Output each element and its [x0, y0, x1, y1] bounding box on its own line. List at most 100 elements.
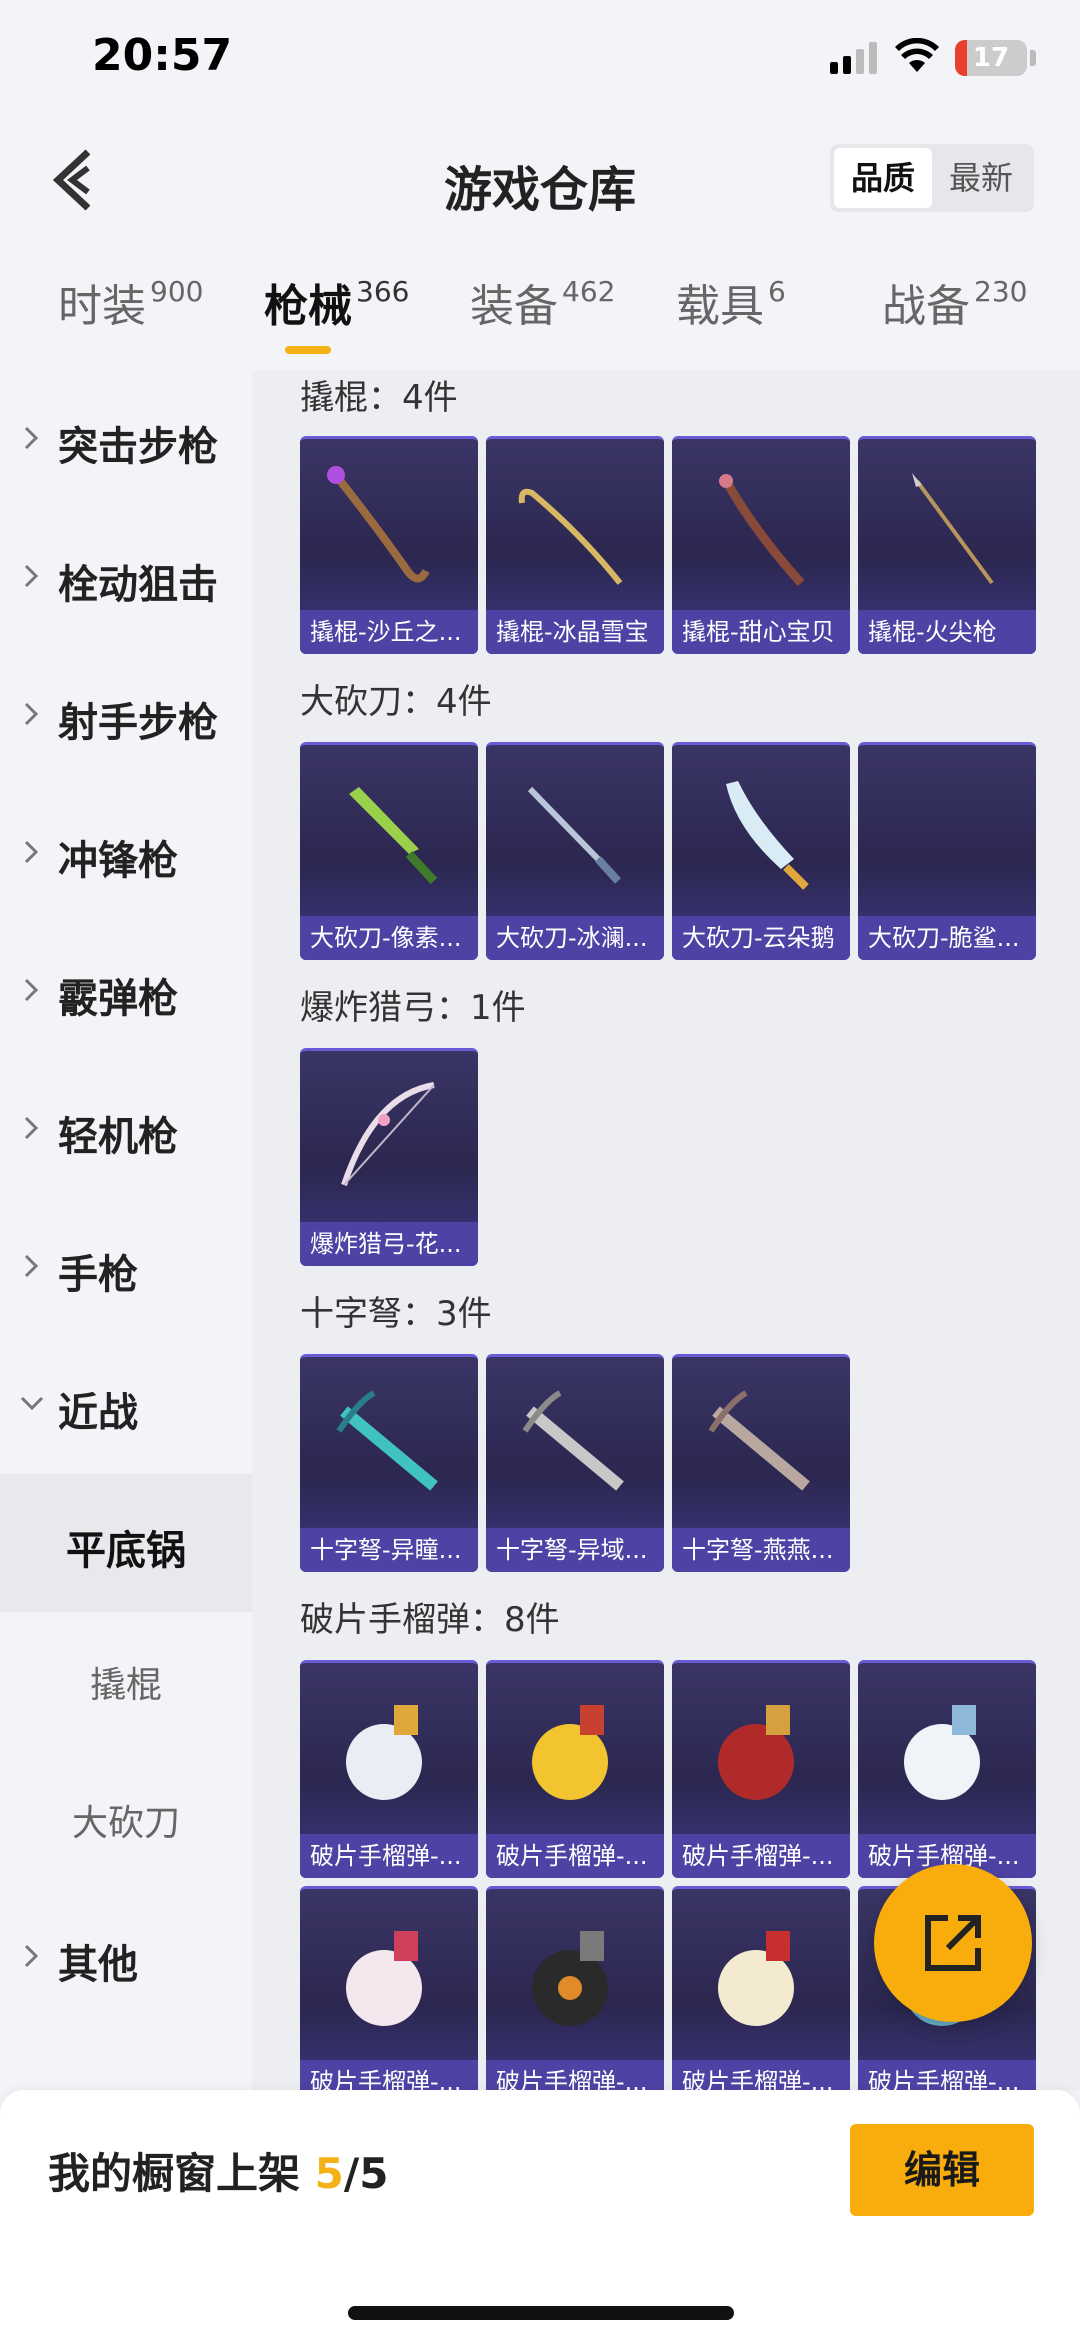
item-card[interactable]: 撬棍-冰晶雪宝 — [486, 436, 664, 654]
item-card[interactable]: 破片手榴弹-... — [300, 1886, 478, 2090]
item-caption: 大砍刀-脆鲨... — [858, 916, 1036, 960]
sidebar-item-machete[interactable]: 大砍刀 — [0, 1750, 252, 1888]
showcase-status: 我的橱窗上架 5/5 — [48, 2140, 388, 2201]
item-card[interactable]: 破片手榴弹-... — [486, 1660, 664, 1878]
sort-newest-button[interactable]: 最新 — [932, 148, 1030, 208]
sidebar-item-label: 冲锋枪 — [58, 838, 178, 884]
sidebar-item-assault-rifle[interactable]: 突击步枪 — [0, 370, 252, 508]
item-caption: 撬棍-火尖枪 — [858, 610, 1036, 654]
grenade-icon — [532, 1931, 608, 2026]
sidebar-item-label: 突击步枪 — [58, 424, 218, 470]
item-card[interactable]: 破片手榴弹-... — [858, 1660, 1036, 1878]
machete-icon — [527, 786, 621, 884]
crossbow-icon — [708, 1390, 810, 1491]
sidebar-item-bolt-sniper[interactable]: 栓动狙击 — [0, 508, 252, 646]
item-card[interactable]: 爆炸猎弓-花... — [300, 1048, 478, 1266]
showcase-label: 我的橱窗上架 — [48, 2149, 315, 2198]
item-card[interactable]: 大砍刀-云朵鹅 — [672, 742, 850, 960]
sidebar-item-lmg[interactable]: 轻机枪 — [0, 1060, 252, 1198]
item-caption: 撬棍-甜心宝贝 — [672, 610, 850, 654]
item-card[interactable]: 破片手榴弹-... — [672, 1660, 850, 1878]
chevron-right-icon — [24, 1944, 38, 1968]
item-caption: 破片手榴弹-... — [486, 1834, 664, 1878]
share-button[interactable] — [874, 1864, 1032, 2022]
chevron-right-icon — [24, 840, 38, 864]
section-title: 十字弩：3件 — [300, 1294, 492, 1334]
active-tab-indicator — [285, 346, 331, 354]
chevron-right-icon — [24, 564, 38, 588]
tab-equipment[interactable]: 装备 462 — [470, 270, 615, 334]
tab-count: 462 — [562, 275, 616, 308]
status-bar: 20:57 17 — [0, 0, 1080, 120]
tab-label: 枪械 — [264, 281, 352, 332]
chevron-right-icon — [24, 1116, 38, 1140]
share-icon — [925, 1915, 981, 1971]
item-card[interactable]: 撬棍-沙丘之... — [300, 436, 478, 654]
item-card[interactable]: 撬棍-火尖枪 — [858, 436, 1036, 654]
item-caption: 破片手榴弹-... — [672, 1834, 850, 1878]
sort-quality-button[interactable]: 品质 — [834, 148, 932, 208]
item-card[interactable]: 十字弩-燕燕... — [672, 1354, 850, 1572]
tab-supplies[interactable]: 战备 230 — [882, 270, 1027, 334]
grenade-icon — [346, 1705, 422, 1800]
sidebar-item-label: 手枪 — [58, 1252, 138, 1298]
battery-icon: 17 — [955, 40, 1027, 76]
bottom-bar: 我的橱窗上架 5/5 编辑 — [0, 2090, 1080, 2339]
item-card[interactable]: 破片手榴弹-... — [672, 1886, 850, 2090]
sidebar-item-label: 其他 — [58, 1942, 138, 1988]
sidebar-item-label: 撬棍 — [89, 1665, 162, 1706]
chevron-right-icon — [24, 426, 38, 450]
item-card[interactable]: 撬棍-甜心宝贝 — [672, 436, 850, 654]
item-card[interactable]: 大砍刀-脆鲨... — [858, 742, 1036, 960]
item-caption: 大砍刀-云朵鹅 — [672, 916, 850, 960]
category-tabs: 时装 900 枪械 366 装备 462 载具 6 战备 230 — [0, 260, 1080, 370]
sidebar-item-melee[interactable]: 近战 — [0, 1336, 252, 1474]
item-caption: 破片手榴弹-... — [672, 2060, 850, 2090]
sidebar-item-shotgun[interactable]: 霰弹枪 — [0, 922, 252, 1060]
item-card[interactable]: 十字弩-异域... — [486, 1354, 664, 1572]
tab-vehicles[interactable]: 载具 6 — [676, 270, 786, 334]
sort-toggle: 品质 最新 — [830, 144, 1034, 212]
tab-count: 6 — [768, 275, 786, 308]
sidebar-item-crowbar[interactable]: 撬棍 — [0, 1612, 252, 1750]
sidebar-item-pistol[interactable]: 手枪 — [0, 1198, 252, 1336]
item-caption: 撬棍-沙丘之... — [300, 610, 478, 654]
sidebar-item-other[interactable]: 其他 — [0, 1888, 252, 2026]
item-card[interactable]: 破片手榴弹-... — [300, 1660, 478, 1878]
home-indicator[interactable] — [348, 2306, 734, 2320]
section-title: 撬棍：4件 — [300, 378, 458, 418]
item-card[interactable]: 大砍刀-冰澜... — [486, 742, 664, 960]
sidebar-item-label: 大砍刀 — [71, 1803, 180, 1844]
chevron-right-icon — [24, 702, 38, 726]
section-title: 破片手榴弹：8件 — [300, 1600, 560, 1640]
spear-icon — [912, 473, 994, 585]
battery-tip — [1030, 50, 1036, 66]
tab-fashion[interactable]: 时装 900 — [58, 270, 203, 334]
item-card[interactable]: 破片手榴弹-... — [486, 1886, 664, 2090]
sidebar-item-label: 轻机枪 — [58, 1114, 178, 1160]
bow-icon — [341, 1082, 435, 1186]
sidebar-item-marksman-rifle[interactable]: 射手步枪 — [0, 646, 252, 784]
sidebar-item-label: 射手步枪 — [58, 700, 218, 746]
machete-icon — [726, 781, 809, 890]
item-caption: 破片手榴弹-... — [300, 1834, 478, 1878]
item-caption: 大砍刀-冰澜... — [486, 916, 664, 960]
item-card[interactable]: 大砍刀-像素... — [300, 742, 478, 960]
item-caption: 大砍刀-像素... — [300, 916, 478, 960]
grenade-icon — [718, 1705, 794, 1800]
crowbar-icon — [719, 474, 805, 587]
grenade-icon — [346, 1931, 422, 2026]
edit-button[interactable]: 编辑 — [850, 2124, 1034, 2216]
sidebar-item-frying-pan[interactable]: 平底锅 — [0, 1474, 252, 1612]
item-card[interactable]: 十字弩-异瞳... — [300, 1354, 478, 1572]
item-caption: 爆炸猎弓-花... — [300, 1222, 478, 1266]
sidebar-item-label: 近战 — [58, 1390, 138, 1436]
sidebar-item-smg[interactable]: 冲锋枪 — [0, 784, 252, 922]
tab-firearms[interactable]: 枪械 366 — [264, 270, 409, 334]
showcase-current: 5 — [314, 2149, 344, 2198]
showcase-total: /5 — [343, 2149, 389, 2198]
item-caption: 十字弩-异域... — [486, 1528, 664, 1572]
sidebar-item-label: 平底锅 — [66, 1528, 186, 1574]
wifi-icon — [895, 38, 939, 72]
item-caption: 破片手榴弹-... — [486, 2060, 664, 2090]
